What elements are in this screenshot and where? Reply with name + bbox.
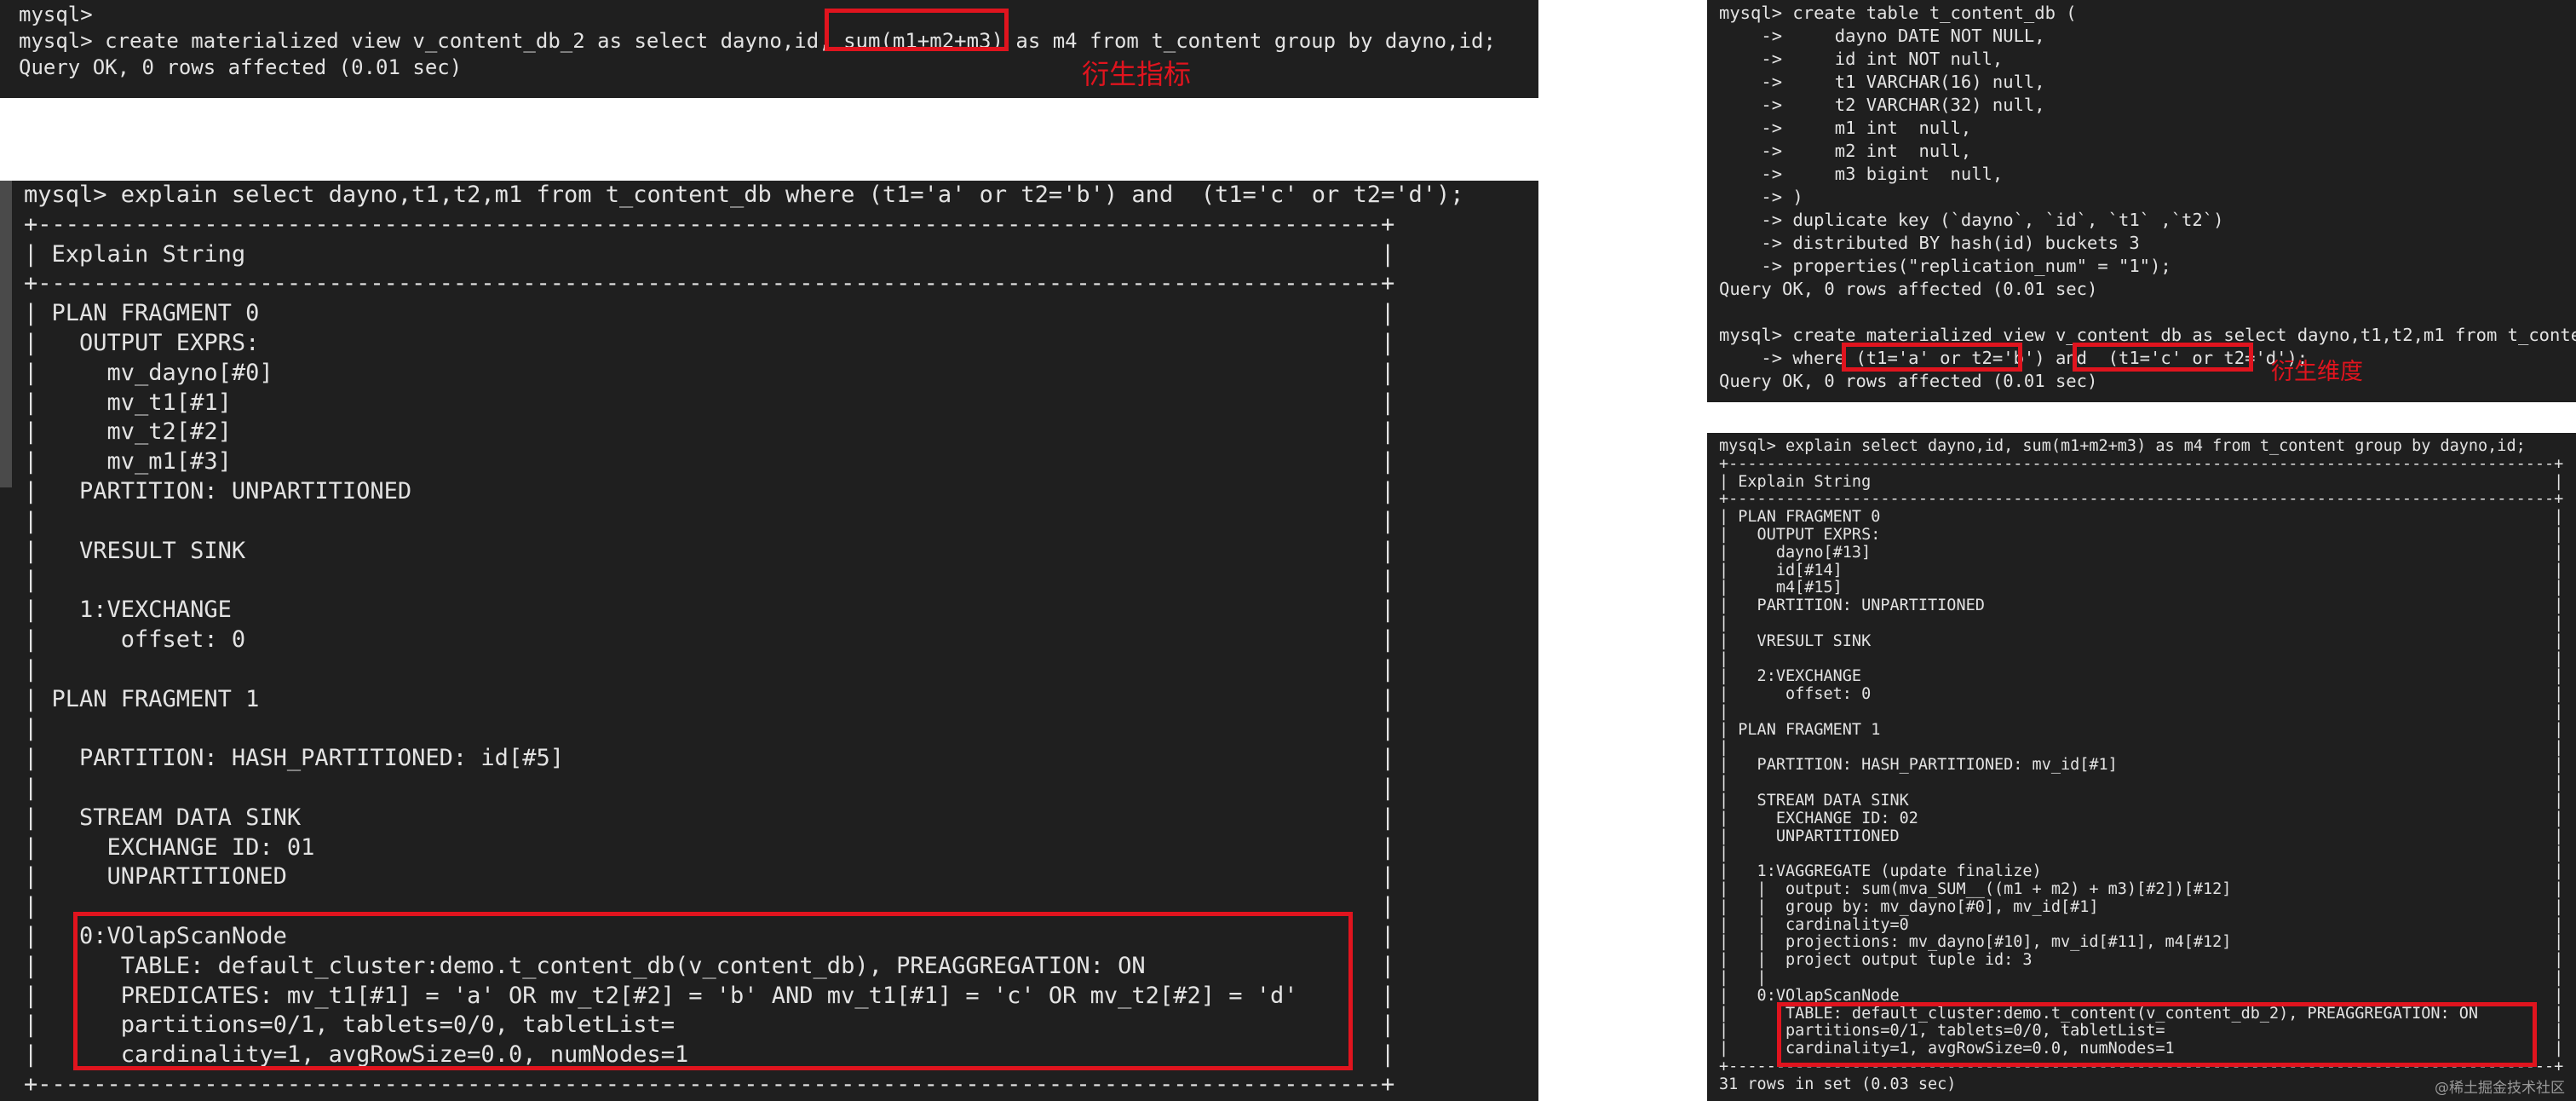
terminal-line: | STREAM DATA SINK | (24, 804, 1395, 831)
terminal-line: | | (24, 774, 1395, 801)
terminal-line: | | project output tuple id: 3 | (1719, 951, 2564, 970)
terminal-line: | | (24, 507, 1395, 534)
terminal-line: | STREAM DATA SINK | (1719, 791, 2564, 810)
terminal-line: | | projections: mv_dayno[#10], mv_id[#1… (1719, 933, 2564, 952)
highlight-box-olap-scan-node (73, 912, 1353, 1070)
terminal-line: +---------------------------------------… (24, 1070, 1395, 1098)
terminal-output: mysql> explain select dayno,id, sum(m1+m… (1719, 437, 2576, 1093)
terminal-line: | offset: 0 | (24, 625, 1395, 653)
terminal-line: +---------------------------------------… (24, 210, 1395, 238)
terminal-line: -> t1 VARCHAR(16) null, (1719, 72, 2045, 92)
terminal-line: | mv_t2[#2] | (24, 418, 1395, 446)
terminal-line: | PLAN FRAGMENT 0 | (1719, 508, 2564, 527)
terminal-line: mysql> create materialized view v_conten… (19, 29, 1496, 53)
terminal-line: | EXCHANGE ID: 01 | (24, 833, 1395, 861)
terminal-line: | mv_m1[#3] | (24, 448, 1395, 476)
terminal-line: | | (1719, 844, 2564, 863)
terminal-line: -> m3 bigint null, (1719, 164, 2004, 184)
terminal-line: | offset: 0 | (1719, 685, 2564, 704)
terminal-line: -> m1 int null, (1719, 118, 1972, 138)
terminal-line: | UNPARTITIONED | (1719, 827, 2564, 845)
terminal-panel-explain-metric: mysql> explain select dayno,id, sum(m1+m… (1707, 433, 2576, 1101)
terminal-line: | | cardinality=0 | (1719, 915, 2564, 934)
terminal-line: | m4[#15] | (1719, 579, 2564, 597)
terminal-line: | 1:VEXCHANGE | (24, 597, 1395, 624)
terminal-output: mysql> create table t_content_db ( -> da… (1719, 2, 2576, 393)
terminal-line: +---------------------------------------… (1719, 454, 2564, 473)
terminal-line: | PLAN FRAGMENT 1 | (1719, 720, 2564, 739)
terminal-line: | OUTPUT EXPRS: | (1719, 525, 2564, 544)
terminal-line: -> m2 int null, (1719, 141, 1972, 161)
terminal-line: | 1:VAGGREGATE (update finalize) | (1719, 862, 2564, 881)
terminal-line: | PARTITION: UNPARTITIONED | (24, 477, 1395, 504)
terminal-line: | dayno[#13] | (1719, 543, 2564, 562)
terminal-line: | UNPARTITIONED | (24, 863, 1395, 891)
terminal-line: -> duplicate key (`dayno`, `id`, `t1` ,`… (1719, 210, 2224, 230)
highlight-box-olap-scan-node (1777, 1002, 2537, 1067)
terminal-line: -> ) (1719, 187, 1803, 207)
terminal-line: | | (1719, 614, 2564, 632)
terminal-line: | VRESULT SINK | (1719, 631, 2564, 650)
annotation-derived-dimension: 衍生维度 (2271, 359, 2363, 385)
terminal-line: mysql> explain select dayno,id, sum(m1+m… (1719, 437, 2526, 455)
terminal-line: | EXCHANGE ID: 02 | (1719, 809, 2564, 827)
terminal-line: | OUTPUT EXPRS: | (24, 329, 1395, 356)
highlight-box-where-clause-1 (1842, 343, 2022, 372)
terminal-line: | | (1719, 702, 2564, 721)
terminal-line: Query OK, 0 rows affected (0.01 sec) (1719, 371, 2098, 391)
terminal-panel-create-mv-metric: mysql> mysql> create materialized view v… (0, 0, 1538, 98)
terminal-line: | PLAN FRAGMENT 0 | (24, 300, 1395, 327)
terminal-line: | mv_dayno[#0] | (24, 359, 1395, 386)
terminal-line: -> t2 VARCHAR(32) null, (1719, 95, 2045, 115)
terminal-line: | | output: sum(mva_SUM__((m1 + m2) + m3… (1719, 879, 2564, 898)
terminal-line: +---------------------------------------… (1719, 490, 2564, 509)
watermark-text: @稀土掘金技术社区 (2435, 1080, 2565, 1097)
terminal-line: | PARTITION: HASH_PARTITIONED: mv_id[#1]… (1719, 756, 2564, 775)
terminal-line: -> distributed BY hash(id) buckets 3 (1719, 233, 2140, 253)
terminal-line: -> id int NOT null, (1719, 49, 2004, 69)
scrollbar-track[interactable] (0, 181, 12, 487)
terminal-line: Query OK, 0 rows affected (0.01 sec) (1719, 279, 2098, 299)
terminal-line: | id[#14] | (1719, 561, 2564, 579)
terminal-line: | | (1719, 738, 2564, 757)
terminal-line: Query OK, 0 rows affected (0.01 sec) (19, 55, 463, 79)
annotation-derived-metric: 衍生指标 (1082, 58, 1192, 90)
highlight-box-sum-expression (825, 9, 1009, 51)
terminal-line: | PARTITION: HASH_PARTITIONED: id[#5] | (24, 745, 1395, 772)
terminal-line: | mv_t1[#1] | (24, 389, 1395, 416)
terminal-line: | | (1719, 774, 2564, 793)
terminal-output: mysql> mysql> create materialized view v… (19, 2, 1538, 81)
terminal-line: | | (1719, 649, 2564, 668)
terminal-line: | PARTITION: UNPARTITIONED | (1719, 597, 2564, 615)
terminal-line: | | (24, 567, 1395, 594)
terminal-line: mysql> explain select dayno,t1,t2,m1 fro… (24, 182, 1464, 208)
terminal-line: | 2:VEXCHANGE | (1719, 667, 2564, 686)
terminal-line: | VRESULT SINK | (24, 537, 1395, 564)
terminal-line: | Explain String | (1719, 472, 2564, 491)
terminal-line: | | | (1719, 968, 2564, 987)
highlight-box-where-clause-2 (2073, 343, 2253, 372)
terminal-line: | | (24, 715, 1395, 742)
terminal-line: +---------------------------------------… (24, 270, 1395, 297)
terminal-line: mysql> create table t_content_db ( (1719, 3, 2077, 23)
terminal-line: | Explain String | (24, 240, 1395, 268)
terminal-line: | PLAN FRAGMENT 1 | (24, 685, 1395, 712)
terminal-line: | | group by: mv_dayno[#0], mv_id[#1] | (1719, 897, 2564, 916)
terminal-line: -> dayno DATE NOT NULL, (1719, 26, 2045, 46)
terminal-line: | | (24, 655, 1395, 683)
terminal-line: mysql> (19, 3, 106, 26)
terminal-line: -> properties("replication_num" = "1"); (1719, 256, 2171, 276)
